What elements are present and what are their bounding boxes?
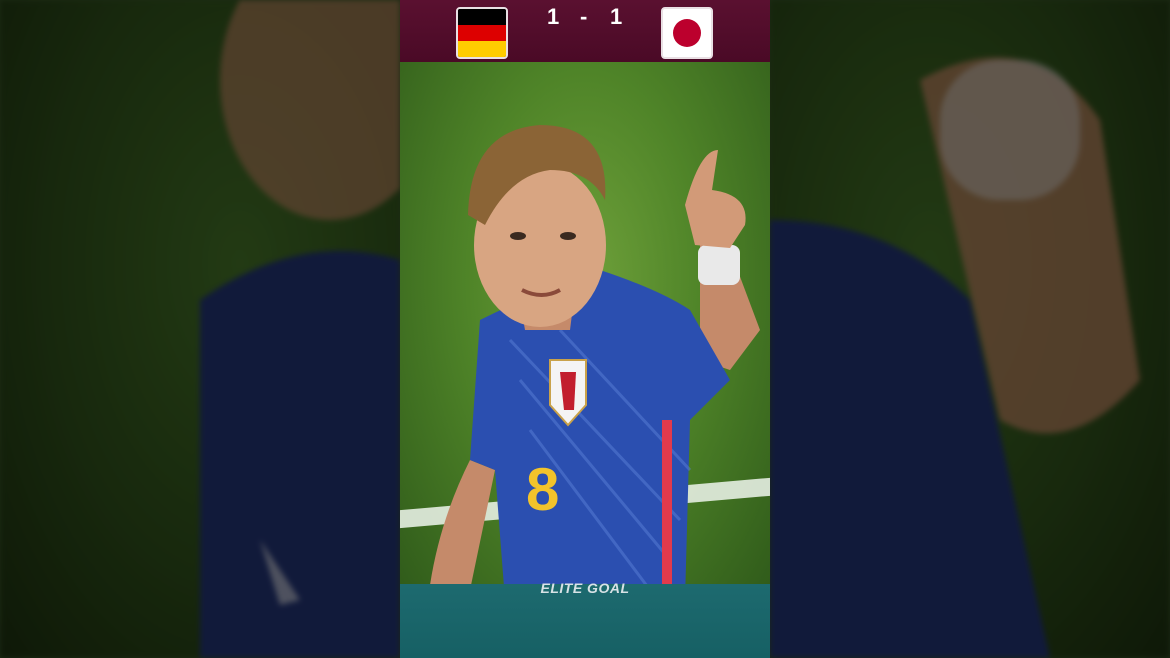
pointing-hand [685, 150, 746, 248]
main-video-panel: 8 1 - 1 ELITE GOAL [400, 0, 770, 658]
germany-flag-icon [456, 7, 508, 59]
shirt-number: 8 [526, 456, 559, 523]
blurred-right-background [770, 0, 1170, 658]
japan-flag-disc [673, 19, 701, 47]
away-score: 1 [610, 4, 623, 29]
score-separator: - [580, 4, 588, 29]
player-image: 8 [430, 125, 760, 600]
channel-watermark: ELITE GOAL [540, 580, 630, 596]
blurred-left-background [0, 0, 400, 658]
home-score: 1 [547, 4, 560, 29]
shirt-trim [662, 420, 672, 600]
scoreboard: 1 - 1 [400, 0, 770, 62]
wrist-tape [698, 245, 740, 285]
left-arm [430, 460, 495, 590]
japan-flag-icon [661, 7, 713, 59]
video-frame: 8 1 - 1 ELITE GOAL [0, 0, 1170, 658]
